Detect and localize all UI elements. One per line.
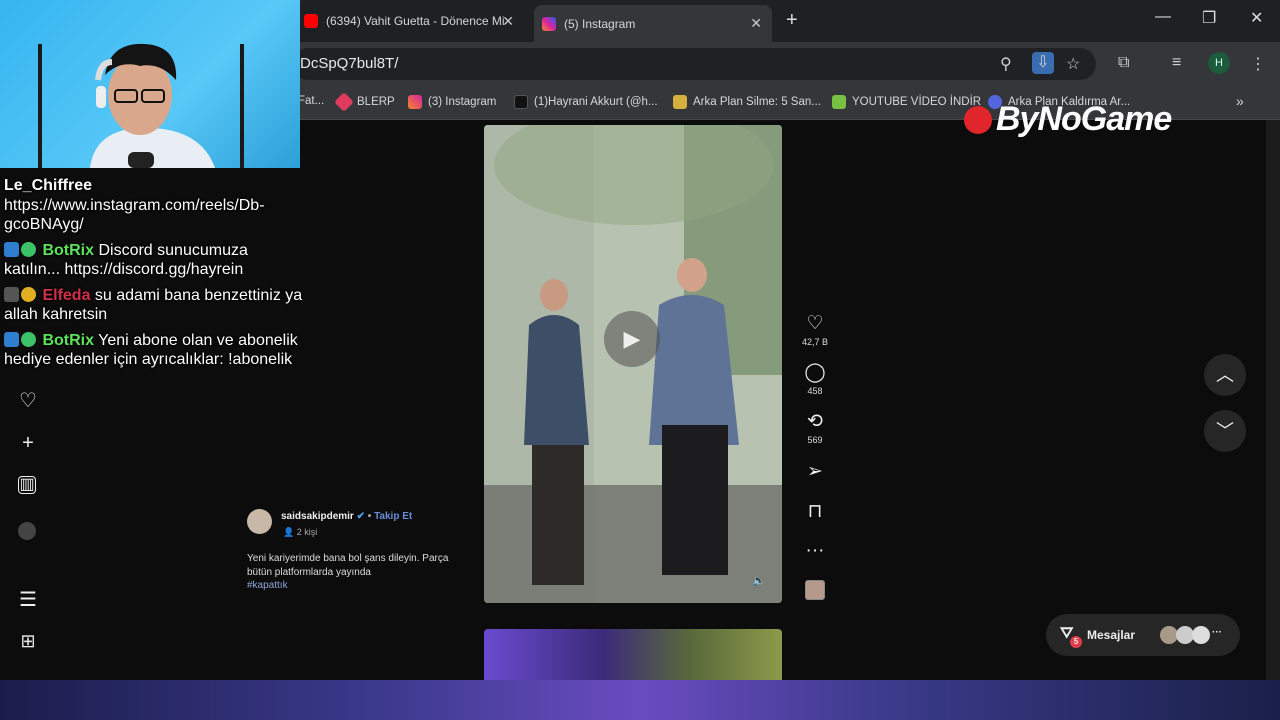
chat-username: Le_Chiffree [4, 177, 93, 194]
ellipsis-icon: ··· [805, 540, 825, 561]
chat-username: BotRix [42, 241, 95, 259]
author-avatar[interactable] [247, 509, 272, 534]
avatar [1192, 626, 1210, 644]
bookmark-item[interactable]: (3) Instagram [408, 95, 496, 109]
dashboard-icon[interactable]: ▥ [18, 476, 36, 494]
messages-button[interactable]: ⛛ 5 Mesajlar ··· [1046, 614, 1240, 656]
save-button[interactable]: ⊓ [800, 500, 830, 523]
close-icon[interactable]: ✕ [750, 15, 762, 32]
messages-label: Mesajlar [1087, 628, 1136, 642]
instagram-icon [542, 16, 556, 31]
zoom-icon[interactable]: ⚲ [1000, 54, 1012, 74]
repost-icon: ⟲ [807, 411, 823, 432]
unread-badge: 5 [1070, 636, 1082, 648]
repost-button[interactable]: ⟲ 569 [800, 410, 830, 445]
follower-count: 👤 2 kişi [283, 527, 318, 537]
more-bookmarks-icon[interactable]: » [1236, 93, 1244, 109]
watermark-logo: ByNoGame [964, 100, 1172, 139]
person-icon: 👤 [283, 527, 295, 537]
profile-avatar[interactable]: H [1208, 52, 1230, 74]
chat-text: Discord sunucumuza katılın... https://di… [4, 241, 248, 279]
bookmark-item[interactable]: BLERP [334, 92, 395, 112]
post-caption: Yeni kariyerimde bana bol şans dileyin. … [247, 552, 467, 593]
chat-message: Elfeda su adami bana benzettiniz ya alla… [4, 286, 304, 325]
meta-apps-icon[interactable]: ⊞ [18, 631, 38, 652]
bookmark-item[interactable]: YOUTUBE VİDEO İNDİR [832, 95, 981, 109]
install-app-icon[interactable]: ⇩ [1032, 52, 1054, 74]
bookmark-item[interactable]: Arka Plan Silme: 5 San... [673, 95, 821, 109]
chat-username: Elfeda [42, 286, 91, 304]
address-bar[interactable]: DcSpQ7bul8T/ [292, 48, 1096, 80]
post-author[interactable]: saidsakipdemir ✔ • Takip Et [281, 511, 412, 522]
bot-badge-icon [4, 241, 19, 257]
tab-youtube[interactable]: (6394) Vahit Guetta - Dönence Mi ✕ [296, 8, 524, 34]
repost-count: 569 [807, 435, 823, 445]
star-icon[interactable]: ☆ [1066, 54, 1080, 74]
stream-chat: Le_Chiffree https://www.instagram.com/re… [4, 176, 304, 376]
layers-icon [673, 95, 687, 109]
scrollbar[interactable] [1266, 120, 1280, 680]
chat-username: BotRix [42, 331, 95, 349]
chevron-up-icon: ︿ [1216, 365, 1234, 385]
comment-button[interactable]: ◯ 458 [800, 361, 830, 396]
subscriber-badge-icon [4, 286, 19, 302]
chat-message: BotRix Discord sunucumuza katılın... htt… [4, 241, 304, 280]
audio-cover-icon [805, 580, 825, 600]
webcam-overlay [0, 0, 300, 168]
new-tab-button[interactable]: + [786, 9, 798, 32]
menu-icon[interactable]: ⋮ [1250, 54, 1266, 74]
media-controls-icon[interactable]: ≡ [1172, 54, 1181, 72]
chevron-down-icon: ﹀ [1216, 421, 1234, 441]
previous-reel-button[interactable]: ︿ [1204, 354, 1246, 396]
chat-message: Le_Chiffree https://www.instagram.com/re… [4, 176, 304, 235]
stream-frame-bottom [0, 680, 1280, 720]
play-icon[interactable]: ▶ [604, 311, 660, 367]
close-icon[interactable]: ✕ [502, 13, 514, 30]
tab-instagram[interactable]: (5) Instagram ✕ [534, 5, 772, 42]
like-button[interactable]: ♡ 42,7 B [800, 312, 830, 347]
instagram-icon [408, 95, 422, 109]
window-close-icon[interactable]: ✕ [1250, 8, 1263, 28]
comment-icon: ◯ [804, 362, 826, 383]
streamer-webcam [38, 43, 244, 168]
audio-thumbnail[interactable] [800, 580, 830, 600]
heart-icon: ♡ [806, 313, 824, 334]
bookmark-icon: ⊓ [807, 501, 823, 522]
send-icon: ➢ [807, 461, 823, 482]
chat-text: https://www.instagram.com/reels/Db-gcoBN… [4, 196, 265, 234]
verified-badge-icon [21, 241, 36, 257]
next-reel-button[interactable]: ﹀ [1204, 410, 1246, 452]
verified-icon: ✔ [356, 511, 365, 522]
hashtag-link[interactable]: #kapattık [247, 579, 467, 593]
verified-badge-icon [21, 331, 36, 347]
more-menu-icon[interactable]: ☰ [18, 587, 38, 612]
gift-badge-icon [21, 286, 36, 302]
bot-badge-icon [4, 331, 19, 347]
download-icon [832, 95, 846, 109]
like-count: 42,7 B [801, 337, 829, 347]
minimize-icon[interactable]: — [1155, 8, 1171, 26]
maximize-icon[interactable]: ❐ [1202, 8, 1216, 28]
comment-count: 458 [807, 386, 823, 396]
follow-button[interactable]: Takip Et [374, 511, 412, 522]
extensions-icon[interactable]: ⧉ [1118, 54, 1129, 72]
share-button[interactable]: ➢ [800, 460, 830, 483]
youtube-icon [304, 14, 318, 28]
bookmark-item[interactable]: (1)Hayrani Akkurt (@h... [514, 95, 658, 109]
profile-icon[interactable] [18, 522, 36, 540]
more-options-button[interactable]: ··· [800, 540, 830, 562]
tab-title: (6394) Vahit Guetta - Dönence Mi [326, 14, 505, 28]
blerp-icon [334, 92, 354, 112]
bookmark-item[interactable]: Fat... [298, 95, 324, 107]
volume-icon[interactable]: 🔈 [752, 574, 766, 587]
notifications-icon[interactable]: ♡ [18, 388, 38, 413]
ellipsis-icon: ··· [1212, 627, 1222, 638]
bynogame-logo-icon [964, 106, 992, 134]
chat-message: BotRix Yeni abone olan ve abonelik hediy… [4, 331, 304, 370]
tiktok-icon [514, 95, 528, 109]
create-icon[interactable]: + [18, 432, 38, 455]
reel-video[interactable]: ▶ 🔈 [484, 125, 782, 603]
tab-title: (5) Instagram [564, 16, 636, 31]
